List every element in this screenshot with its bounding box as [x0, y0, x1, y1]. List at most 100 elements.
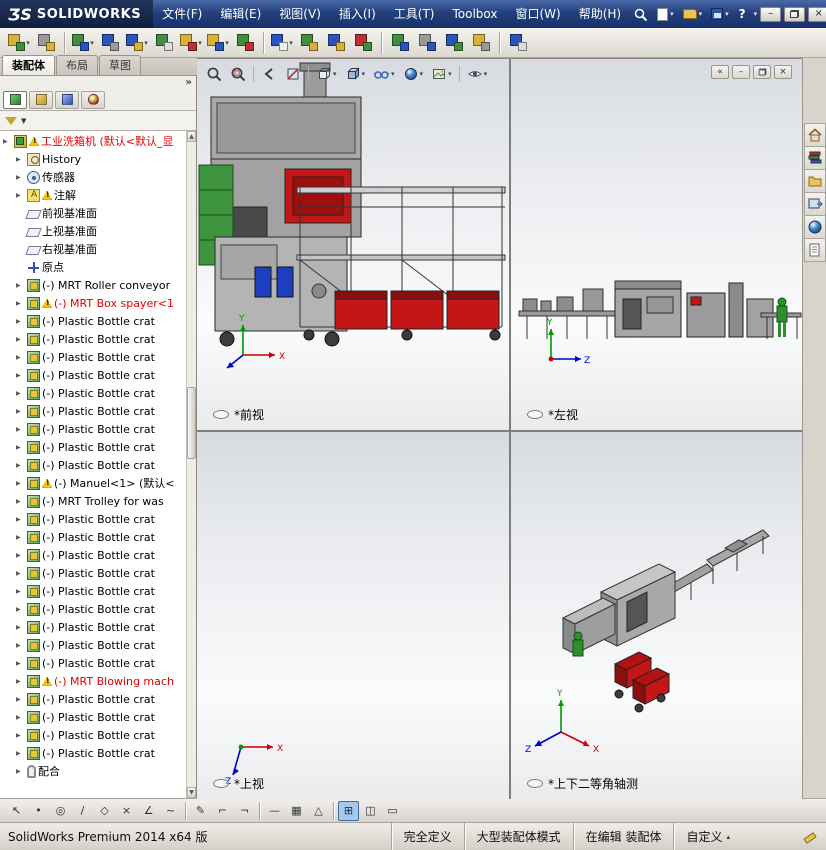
tree-scrollbar[interactable]: ▲ ▼ — [186, 131, 196, 798]
assembly-features-icon[interactable]: ▾ — [178, 30, 204, 56]
new-motion-study-icon[interactable] — [232, 30, 258, 56]
help-dropdown-icon[interactable]: ▾ — [754, 10, 758, 18]
performance-evaluation-icon[interactable] — [468, 30, 494, 56]
design-library-icon[interactable] — [803, 146, 826, 170]
zoom-to-area-button[interactable] — [227, 64, 249, 84]
exploded-view-icon[interactable] — [296, 30, 322, 56]
view-settings-button[interactable]: ▾ — [464, 64, 491, 84]
tree-item[interactable]: ▶ History — [1, 150, 186, 168]
menu-item[interactable]: 编辑(E) — [211, 0, 270, 28]
restore-button[interactable] — [784, 6, 806, 22]
polygon-icon[interactable]: ◇ — [94, 801, 115, 821]
expand-arrow-icon[interactable]: ▶ — [16, 642, 25, 649]
sketch-point-icon[interactable]: • — [28, 801, 49, 821]
document-minimize-button[interactable]: – — [732, 65, 750, 79]
tree-item[interactable]: 原点 — [1, 258, 186, 276]
expand-arrow-icon[interactable]: ▶ — [16, 282, 25, 289]
menu-item[interactable]: 窗口(W) — [506, 0, 569, 28]
linear-component-pattern-icon[interactable]: ▾ — [70, 30, 96, 56]
expand-arrow-icon[interactable]: ▶ — [16, 660, 25, 667]
hole-alignment-icon[interactable] — [414, 30, 440, 56]
tree-item[interactable]: ▶ (-) Plastic Bottle crat — [1, 690, 186, 708]
view-orientation-button[interactable]: ▾ — [313, 64, 340, 84]
tree-item[interactable]: ▶ (-) Plastic Bottle crat — [1, 348, 186, 366]
viewport-top[interactable]: X Z *上视 — [197, 432, 509, 799]
smart-fasteners-icon[interactable] — [97, 30, 123, 56]
zoom-to-fit-button[interactable] — [203, 64, 225, 84]
instant-3d-icon[interactable] — [505, 30, 531, 56]
close-button[interactable]: × — [808, 6, 826, 22]
trim-entities-icon[interactable]: × — [116, 801, 137, 821]
expand-arrow-icon[interactable]: ▶ — [16, 444, 25, 451]
tree-item[interactable]: ▶ (-) Plastic Bottle crat — [1, 600, 186, 618]
four-view-icon[interactable]: ⊞ — [338, 800, 359, 821]
expand-arrow-icon[interactable]: ▶ — [16, 192, 25, 199]
expand-arrow-icon[interactable]: ▶ — [16, 390, 25, 397]
menu-item[interactable]: 视图(V) — [270, 0, 330, 28]
appearances-icon[interactable] — [803, 215, 826, 239]
tree-item[interactable]: ▶ (-) Plastic Bottle crat — [1, 654, 186, 672]
linear-sketch-pattern-icon[interactable]: ▦ — [286, 801, 307, 821]
line-icon[interactable]: / — [72, 801, 93, 821]
explode-line-sketch-icon[interactable] — [323, 30, 349, 56]
search-icon[interactable] — [630, 5, 651, 24]
new-document-button[interactable]: ▾ — [654, 6, 677, 23]
tree-item[interactable]: ▶ (-) Plastic Bottle crat — [1, 510, 186, 528]
viewport-horizontal-divider[interactable] — [197, 430, 802, 432]
menu-item[interactable]: 工具(T) — [385, 0, 444, 28]
viewport-left[interactable]: Y Z *左视 — [511, 59, 802, 430]
tree-item[interactable]: ▶ (-) Plastic Bottle crat — [1, 420, 186, 438]
tree-item[interactable]: ▶ (-) Plastic Bottle crat — [1, 366, 186, 384]
single-view-icon[interactable]: ▭ — [382, 801, 403, 821]
expand-arrow-icon[interactable]: ▶ — [16, 678, 25, 685]
show-hidden-components-icon[interactable] — [151, 30, 177, 56]
tree-item[interactable]: ▶ (-) Plastic Bottle crat — [1, 438, 186, 456]
tree-item[interactable]: ▶ (-) Plastic Bottle crat — [1, 528, 186, 546]
sketch-fillet-icon[interactable]: ∠ — [138, 801, 159, 821]
status-custom-dropdown[interactable]: 自定义 ▴ — [673, 823, 742, 850]
reference-geometry-icon[interactable]: ▾ — [205, 30, 231, 56]
tree-item[interactable]: ▶ 注解 — [1, 186, 186, 204]
tree-item[interactable]: 右视基准面 — [1, 240, 186, 258]
commandmanager-tab[interactable]: 布局 — [56, 55, 98, 75]
expand-arrow-icon[interactable]: ▶ — [16, 606, 25, 613]
convert-entities-icon[interactable]: △ — [308, 801, 329, 821]
expand-arrow-icon[interactable]: ▶ — [16, 534, 25, 541]
viewport-isometric[interactable]: Y X Z *上下二等角轴测 — [511, 432, 802, 799]
configurationmanager-tab[interactable] — [55, 90, 79, 109]
menu-item[interactable]: 文件(F) — [153, 0, 211, 28]
mate-icon[interactable] — [33, 30, 59, 56]
file-explorer-icon[interactable] — [803, 169, 826, 193]
commandmanager-tab[interactable]: 装配体 — [2, 55, 55, 75]
tree-item[interactable]: ▶ (-) Plastic Bottle crat — [1, 582, 186, 600]
interference-detection-icon[interactable] — [350, 30, 376, 56]
insert-components-icon[interactable]: ▾ — [6, 30, 32, 56]
tree-item[interactable]: ▶ (-) Plastic Bottle crat — [1, 402, 186, 420]
expand-arrow-icon[interactable]: ▶ — [16, 336, 25, 343]
hide-show-items-button[interactable]: ▾ — [370, 64, 398, 84]
menu-item[interactable]: 插入(I) — [330, 0, 385, 28]
expand-arrow-icon[interactable]: ▶ — [16, 408, 25, 415]
move-component-icon[interactable]: ▾ — [124, 30, 150, 56]
tree-item[interactable]: ▶ (-) Manuel<1> (默认< — [1, 474, 186, 492]
display-style-button[interactable]: ▾ — [342, 64, 369, 84]
tree-item[interactable]: ▶ (-) Plastic Bottle crat — [1, 636, 186, 654]
mirror-entities-icon[interactable]: ¬ — [234, 801, 255, 821]
previous-window-button[interactable]: « — [711, 65, 729, 79]
bill-of-materials-icon[interactable]: ▾ — [269, 30, 295, 56]
tree-item[interactable]: ▶ (-) MRT Roller conveyor — [1, 276, 186, 294]
expand-arrow-icon[interactable]: ▶ — [16, 768, 25, 775]
tree-item[interactable]: 上视基准面 — [1, 222, 186, 240]
scrollbar-track[interactable] — [187, 142, 196, 787]
expand-arrow-icon[interactable]: ▶ — [16, 300, 25, 307]
tree-item[interactable]: ▶ (-) Plastic Bottle crat — [1, 456, 186, 474]
expand-arrow-icon[interactable]: ▶ — [16, 354, 25, 361]
smart-dimension-icon[interactable]: — — [264, 801, 285, 821]
expand-arrow-icon[interactable]: ▶ — [16, 714, 25, 721]
expand-arrow-icon[interactable]: ▶ — [16, 570, 25, 577]
previous-view-button[interactable] — [258, 64, 280, 84]
menu-item[interactable]: 帮助(H) — [570, 0, 630, 28]
edit-appearance-button[interactable]: ▾ — [400, 64, 427, 84]
featuremanager-tab[interactable] — [3, 90, 27, 109]
view-palette-icon[interactable] — [803, 192, 826, 216]
